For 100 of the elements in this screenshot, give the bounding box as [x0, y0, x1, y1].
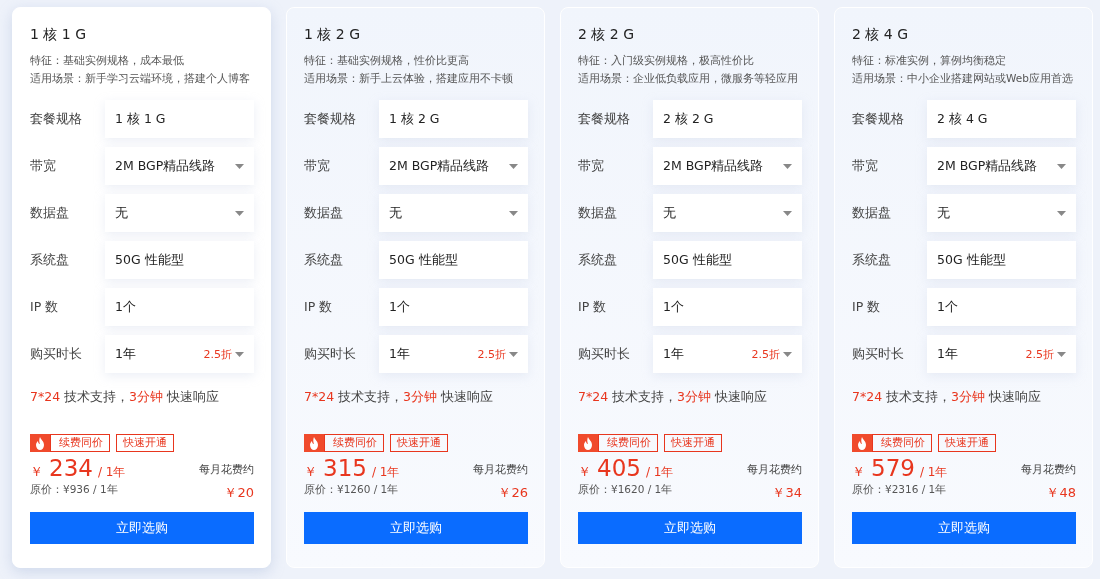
plan-feature: 特征：基础实例规格，成本最低	[30, 53, 185, 68]
plan-scene: 适用场景：企业低负载应用，微服务等轻应用	[578, 71, 799, 86]
text-field: 2 核 2 G	[653, 100, 802, 138]
field-label: 数据盘	[30, 204, 70, 222]
fire-icon	[852, 434, 872, 452]
text-field: 2 核 4 G	[927, 100, 1076, 138]
select-field[interactable]: 2M BGP精品线路	[379, 147, 528, 185]
field-label: 数据盘	[304, 204, 344, 222]
text-field: 1个	[927, 288, 1076, 326]
buy-button[interactable]: 立即选购	[304, 512, 528, 544]
text-field: 1个	[105, 288, 254, 326]
buy-button[interactable]: 立即选购	[852, 512, 1076, 544]
field-label: 购买时长	[30, 345, 83, 363]
plan-card[interactable]: 2 核 2 G 特征：入门级实例规格，极高性价比 适用场景：企业低负载应用，微服务等轻应用 套餐规格 2 核 2 G 带宽 2M BGP精品线路 数据盘 无 系统盘 50G 性能型 IP 数 1个 购买时长 1年 2.5折 7*24 技术支持，3分钟 快速响应 续费同价 快速开通 ￥ 405 / 1年 原价：¥1620 / 1年 每月花费约 ￥34 立即选购	[560, 7, 819, 568]
field-label: 系统盘	[304, 251, 344, 269]
select-field[interactable]: 1年 2.5折	[105, 335, 254, 373]
plan-scene: 适用场景：中小企业搭建网站或Web应用首选	[852, 71, 1074, 86]
field-label: IP 数	[30, 298, 60, 316]
caret-icon	[1057, 210, 1066, 216]
original-price: 原价：¥1620 / 1年	[578, 483, 674, 497]
field-label: 套餐规格	[304, 110, 357, 128]
select-field[interactable]: 无	[653, 194, 802, 232]
text-field: 1 核 2 G	[379, 100, 528, 138]
monthly-price: ￥48	[1046, 484, 1076, 502]
promo-tag: 快速开通	[664, 434, 722, 452]
select-field[interactable]: 1年 2.5折	[379, 335, 528, 373]
text-field: 50G 性能型	[379, 241, 528, 279]
monthly-price: ￥20	[224, 484, 254, 502]
select-field[interactable]: 无	[379, 194, 528, 232]
fire-icon	[30, 434, 50, 452]
promo-tag: 快速开通	[390, 434, 448, 452]
select-field[interactable]: 1年 2.5折	[653, 335, 802, 373]
plan-title: 1 核 1 G	[30, 26, 87, 44]
promo-tag: 续费同价	[324, 434, 384, 452]
promo-tag: 续费同价	[50, 434, 110, 452]
monthly-label: 每月花费约	[747, 463, 802, 477]
discount-text: 2.5折	[1025, 346, 1054, 362]
currency-symbol: ￥	[852, 463, 865, 481]
currency-symbol: ￥	[304, 463, 317, 481]
field-label: IP 数	[852, 298, 882, 316]
text-field: 50G 性能型	[653, 241, 802, 279]
plan-feature: 特征：标准实例，算例均衡稳定	[852, 53, 1007, 68]
plan-card[interactable]: 1 核 2 G 特征：基础实例规格，性价比更高 适用场景：新手上云体验，搭建应用不卡顿 套餐规格 1 核 2 G 带宽 2M BGP精品线路 数据盘 无 系统盘 50G 性能型 IP 数 1个 购买时长 1年 2.5折 7*24 技术支持，3分钟 快速响应 续费同价 快速开通 ￥ 315 / 1年 原价：¥1260 / 1年 每月花费约 ￥26 立即选购	[286, 7, 545, 568]
plan-title: 2 核 4 G	[852, 26, 909, 44]
buy-button[interactable]: 立即选购	[578, 512, 802, 544]
text-field: 1个	[653, 288, 802, 326]
original-price: 原价：¥2316 / 1年	[852, 483, 948, 497]
text-field: 50G 性能型	[105, 241, 254, 279]
support-text: 7*24 技术支持，3分钟 快速响应	[30, 389, 221, 406]
caret-icon	[235, 163, 244, 169]
select-field[interactable]: 2M BGP精品线路	[927, 147, 1076, 185]
field-label: 数据盘	[578, 204, 618, 222]
promo-tag: 续费同价	[598, 434, 658, 452]
field-label: 带宽	[578, 157, 605, 175]
price-amount: 315	[323, 454, 367, 482]
field-label: 带宽	[852, 157, 879, 175]
text-field: 50G 性能型	[927, 241, 1076, 279]
currency-symbol: ￥	[578, 463, 591, 481]
plan-title: 1 核 2 G	[304, 26, 361, 44]
plan-feature: 特征：基础实例规格，性价比更高	[304, 53, 470, 68]
caret-icon	[783, 351, 792, 357]
select-field[interactable]: 1年 2.5折	[927, 335, 1076, 373]
support-text: 7*24 技术支持，3分钟 快速响应	[304, 389, 495, 406]
field-label: 系统盘	[852, 251, 892, 269]
plan-card[interactable]: 1 核 1 G 特征：基础实例规格，成本最低 适用场景：新手学习云端环境，搭建个人博客 套餐规格 1 核 1 G 带宽 2M BGP精品线路 数据盘 无 系统盘 50G 性能型 IP 数 1个 购买时长 1年 2.5折 7*24 技术支持，3分钟 快速响应 续费同价 快速开通 ￥ 234 / 1年 原价：¥936 / 1年 每月花费约 ￥20 立即选购	[12, 7, 271, 568]
text-field: 1个	[379, 288, 528, 326]
plan-scene: 适用场景：新手上云体验，搭建应用不卡顿	[304, 71, 514, 86]
discount-text: 2.5折	[203, 346, 232, 362]
price-amount: 579	[871, 454, 915, 482]
monthly-label: 每月花费约	[199, 463, 254, 477]
fire-icon	[578, 434, 598, 452]
promo-tag: 快速开通	[116, 434, 174, 452]
caret-icon	[509, 351, 518, 357]
field-label: 带宽	[30, 157, 57, 175]
fire-icon	[304, 434, 324, 452]
select-field[interactable]: 2M BGP精品线路	[105, 147, 254, 185]
plan-card[interactable]: 2 核 4 G 特征：标准实例，算例均衡稳定 适用场景：中小企业搭建网站或Web应用首选 套餐规格 2 核 4 G 带宽 2M BGP精品线路 数据盘 无 系统盘 50G 性能型 IP 数 1个 购买时长 1年 2.5折 7*24 技术支持，3分钟 快速响应 续费同价 快速开通 ￥ 579 / 1年 原价：¥2316 / 1年 每月花费约 ￥48 立即选购	[834, 7, 1093, 568]
select-field[interactable]: 无	[105, 194, 254, 232]
price-period: / 1年	[371, 464, 400, 481]
buy-button[interactable]: 立即选购	[30, 512, 254, 544]
price-amount: 405	[597, 454, 641, 482]
select-field[interactable]: 无	[927, 194, 1076, 232]
plan-title: 2 核 2 G	[578, 26, 635, 44]
field-label: 数据盘	[852, 204, 892, 222]
field-label: 套餐规格	[30, 110, 83, 128]
select-field[interactable]: 2M BGP精品线路	[653, 147, 802, 185]
discount-text: 2.5折	[751, 346, 780, 362]
promo-tag: 快速开通	[938, 434, 996, 452]
field-label: 购买时长	[852, 345, 905, 363]
field-label: IP 数	[578, 298, 608, 316]
caret-icon	[783, 163, 792, 169]
promo-tag: 续费同价	[872, 434, 932, 452]
currency-symbol: ￥	[30, 463, 43, 481]
caret-icon	[509, 163, 518, 169]
monthly-price: ￥26	[498, 484, 528, 502]
monthly-label: 每月花费约	[1021, 463, 1076, 477]
caret-icon	[1057, 163, 1066, 169]
field-label: 系统盘	[578, 251, 618, 269]
caret-icon	[1057, 351, 1066, 357]
discount-text: 2.5折	[477, 346, 506, 362]
